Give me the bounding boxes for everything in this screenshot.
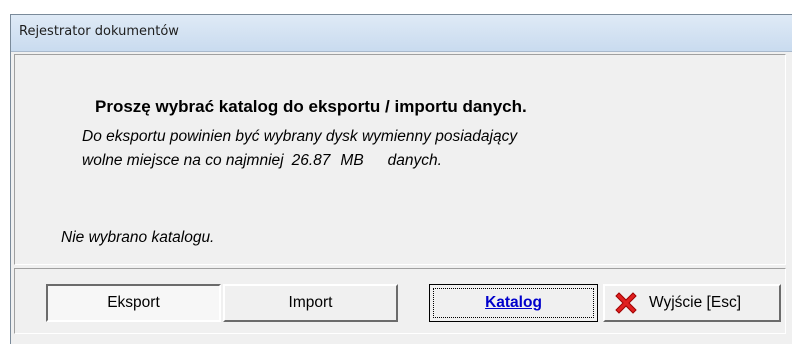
import-button-label: Import: [288, 294, 333, 311]
required-space-unit: MB: [340, 152, 364, 169]
status-text: Nie wybrano katalogu.: [61, 229, 215, 246]
import-button[interactable]: Import: [223, 284, 398, 322]
description-line-2-suffix: danych.: [387, 152, 442, 169]
description-line-1: Do eksportu powinien być wybrany dysk wy…: [82, 128, 518, 145]
description-line-2-prefix: wolne miejsce na co najmniej: [82, 152, 284, 169]
katalog-button-label: Katalog: [485, 294, 542, 311]
required-space-value: 26.87: [291, 152, 331, 169]
exit-button-label: Wyjście [Esc]: [649, 294, 742, 311]
katalog-button[interactable]: Katalog: [429, 284, 598, 322]
instruction-description: Do eksportu powinien być wybrany dysk wy…: [82, 125, 517, 173]
window-title: Rejestrator dokumentów: [19, 24, 179, 39]
message-panel: Proszę wybrać katalog do eksportu / impo…: [14, 54, 786, 265]
exit-button[interactable]: Wyjście [Esc]: [603, 284, 781, 322]
description-line-2: wolne miejsce na co najmniej 26.87 MB danyc…: [82, 149, 517, 173]
katalog-focus-rect: Katalog: [433, 288, 594, 318]
instruction-heading: Proszę wybrać katalog do eksportu / impo…: [95, 97, 527, 116]
title-bar[interactable]: Rejestrator dokumentów: [11, 15, 792, 52]
button-bar: Eksport Import Katalog Wyjście [Esc]: [14, 268, 786, 334]
dialog-window: Rejestrator dokumentów Proszę wybrać kat…: [10, 14, 792, 344]
export-button-label: Eksport: [107, 294, 160, 311]
red-x-icon: [615, 292, 637, 314]
export-button[interactable]: Eksport: [46, 284, 221, 322]
